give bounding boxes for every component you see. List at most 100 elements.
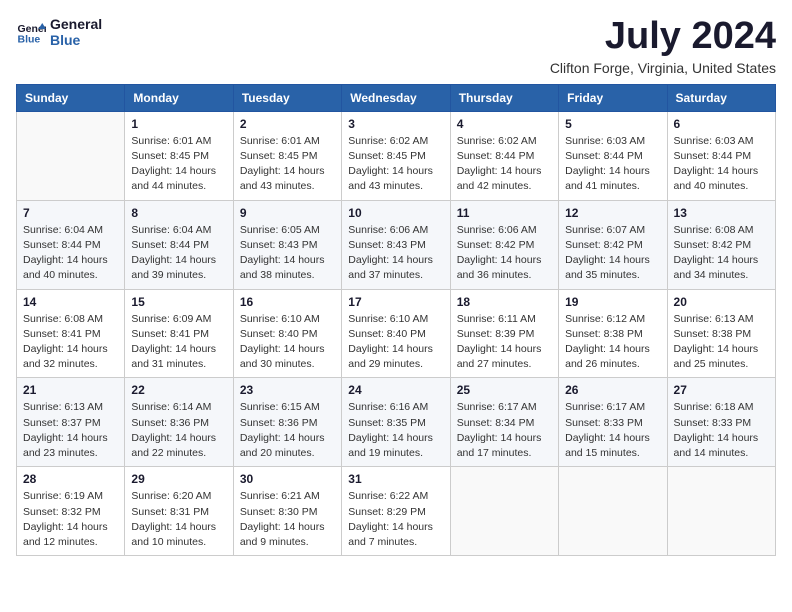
- calendar-cell: [450, 467, 558, 556]
- day-info: Sunrise: 6:02 AMSunset: 8:44 PMDaylight:…: [457, 134, 552, 195]
- day-number: 9: [240, 206, 335, 220]
- day-info: Sunrise: 6:07 AMSunset: 8:42 PMDaylight:…: [565, 223, 660, 284]
- calendar-cell: 31 Sunrise: 6:22 AMSunset: 8:29 PMDayligh…: [342, 467, 450, 556]
- day-number: 29: [131, 472, 226, 486]
- day-number: 12: [565, 206, 660, 220]
- day-number: 13: [674, 206, 769, 220]
- day-info: Sunrise: 6:17 AMSunset: 8:34 PMDaylight:…: [457, 400, 552, 461]
- day-info: Sunrise: 6:18 AMSunset: 8:33 PMDaylight:…: [674, 400, 769, 461]
- calendar-cell: 9 Sunrise: 6:05 AMSunset: 8:43 PMDaylight…: [233, 200, 341, 289]
- calendar-cell: 2Sunrise: 6:01 AMSunset: 8:45 PMDaylight…: [233, 111, 341, 200]
- calendar-cell: 10 Sunrise: 6:06 AMSunset: 8:43 PMDayligh…: [342, 200, 450, 289]
- day-number: 25: [457, 383, 552, 397]
- day-number: 24: [348, 383, 443, 397]
- day-number: 8: [131, 206, 226, 220]
- calendar-week-4: 21Sunrise: 6:13 AMSunset: 8:37 PMDayligh…: [17, 378, 776, 467]
- calendar-cell: 27 Sunrise: 6:18 AMSunset: 8:33 PMDayligh…: [667, 378, 775, 467]
- weekday-header-sunday: Sunday: [17, 84, 125, 111]
- day-number: 30: [240, 472, 335, 486]
- calendar-cell: 5 Sunrise: 6:03 AMSunset: 8:44 PMDaylight…: [559, 111, 667, 200]
- day-info: Sunrise: 6:10 AMSunset: 8:40 PMDaylight:…: [348, 312, 443, 373]
- day-info: Sunrise: 6:21 AMSunset: 8:30 PMDaylight:…: [240, 489, 335, 550]
- month-title: July 2024: [550, 16, 776, 58]
- calendar-cell: 4 Sunrise: 6:02 AMSunset: 8:44 PMDaylight…: [450, 111, 558, 200]
- day-number: 26: [565, 383, 660, 397]
- weekday-header-tuesday: Tuesday: [233, 84, 341, 111]
- day-number: 17: [348, 295, 443, 309]
- location: Clifton Forge, Virginia, United States: [550, 60, 776, 76]
- day-number: 3: [348, 117, 443, 131]
- weekday-header-row: SundayMondayTuesdayWednesdayThursdayFrid…: [17, 84, 776, 111]
- day-info: Sunrise: 6:04 AMSunset: 8:44 PMDaylight:…: [131, 223, 226, 284]
- page-header: General Blue GeneralBlue July 2024 Clift…: [16, 16, 776, 76]
- day-number: 22: [131, 383, 226, 397]
- day-number: 31: [348, 472, 443, 486]
- calendar-cell: 28Sunrise: 6:19 AMSunset: 8:32 PMDayligh…: [17, 467, 125, 556]
- day-number: 20: [674, 295, 769, 309]
- day-number: 11: [457, 206, 552, 220]
- calendar-cell: 18Sunrise: 6:11 AMSunset: 8:39 PMDayligh…: [450, 289, 558, 378]
- day-number: 23: [240, 383, 335, 397]
- calendar-week-3: 14Sunrise: 6:08 AMSunset: 8:41 PMDayligh…: [17, 289, 776, 378]
- calendar-cell: 17 Sunrise: 6:10 AMSunset: 8:40 PMDayligh…: [342, 289, 450, 378]
- day-info: Sunrise: 6:05 AMSunset: 8:43 PMDaylight:…: [240, 223, 335, 284]
- calendar-week-2: 7 Sunrise: 6:04 AMSunset: 8:44 PMDaylight…: [17, 200, 776, 289]
- calendar-cell: 25 Sunrise: 6:17 AMSunset: 8:34 PMDayligh…: [450, 378, 558, 467]
- day-number: 10: [348, 206, 443, 220]
- calendar-cell: 16 Sunrise: 6:10 AMSunset: 8:40 PMDayligh…: [233, 289, 341, 378]
- day-number: 4: [457, 117, 552, 131]
- calendar-week-5: 28Sunrise: 6:19 AMSunset: 8:32 PMDayligh…: [17, 467, 776, 556]
- day-info: Sunrise: 6:09 AMSunset: 8:41 PMDaylight:…: [131, 312, 226, 373]
- calendar-cell: 20 Sunrise: 6:13 AMSunset: 8:38 PMDayligh…: [667, 289, 775, 378]
- logo: General Blue GeneralBlue: [16, 16, 102, 48]
- day-number: 6: [674, 117, 769, 131]
- day-info: Sunrise: 6:17 AMSunset: 8:33 PMDaylight:…: [565, 400, 660, 461]
- weekday-header-friday: Friday: [559, 84, 667, 111]
- calendar-cell: 15 Sunrise: 6:09 AMSunset: 8:41 PMDayligh…: [125, 289, 233, 378]
- weekday-header-thursday: Thursday: [450, 84, 558, 111]
- day-info: Sunrise: 6:13 AMSunset: 8:38 PMDaylight:…: [674, 312, 769, 373]
- day-number: 14: [23, 295, 118, 309]
- title-section: July 2024 Clifton Forge, Virginia, Unite…: [550, 16, 776, 76]
- calendar-cell: 30 Sunrise: 6:21 AMSunset: 8:30 PMDayligh…: [233, 467, 341, 556]
- calendar-cell: 8 Sunrise: 6:04 AMSunset: 8:44 PMDaylight…: [125, 200, 233, 289]
- calendar-cell: 19 Sunrise: 6:12 AMSunset: 8:38 PMDayligh…: [559, 289, 667, 378]
- day-info: Sunrise: 6:12 AMSunset: 8:38 PMDaylight:…: [565, 312, 660, 373]
- day-info: Sunrise: 6:04 AMSunset: 8:44 PMDaylight:…: [23, 223, 118, 284]
- calendar-cell: 7 Sunrise: 6:04 AMSunset: 8:44 PMDaylight…: [17, 200, 125, 289]
- day-info: Sunrise: 6:16 AMSunset: 8:35 PMDaylight:…: [348, 400, 443, 461]
- day-info: Sunrise: 6:15 AMSunset: 8:36 PMDaylight:…: [240, 400, 335, 461]
- day-number: 18: [457, 295, 552, 309]
- day-number: 7: [23, 206, 118, 220]
- day-number: 1: [131, 117, 226, 131]
- calendar-cell: 21Sunrise: 6:13 AMSunset: 8:37 PMDayligh…: [17, 378, 125, 467]
- logo-text: GeneralBlue: [50, 16, 102, 48]
- day-info: Sunrise: 6:08 AMSunset: 8:42 PMDaylight:…: [674, 223, 769, 284]
- day-info: Sunrise: 6:22 AMSunset: 8:29 PMDaylight:…: [348, 489, 443, 550]
- day-info: Sunrise: 6:13 AMSunset: 8:37 PMDaylight:…: [23, 400, 118, 461]
- day-number: 15: [131, 295, 226, 309]
- day-number: 5: [565, 117, 660, 131]
- svg-text:Blue: Blue: [18, 34, 41, 46]
- calendar-cell: 6 Sunrise: 6:03 AMSunset: 8:44 PMDaylight…: [667, 111, 775, 200]
- weekday-header-wednesday: Wednesday: [342, 84, 450, 111]
- logo-icon: General Blue: [16, 17, 46, 47]
- calendar-cell: 11Sunrise: 6:06 AMSunset: 8:42 PMDayligh…: [450, 200, 558, 289]
- calendar-cell: 26 Sunrise: 6:17 AMSunset: 8:33 PMDayligh…: [559, 378, 667, 467]
- calendar-cell: 13 Sunrise: 6:08 AMSunset: 8:42 PMDayligh…: [667, 200, 775, 289]
- day-number: 28: [23, 472, 118, 486]
- calendar-cell: 22Sunrise: 6:14 AMSunset: 8:36 PMDayligh…: [125, 378, 233, 467]
- calendar-cell: 24 Sunrise: 6:16 AMSunset: 8:35 PMDayligh…: [342, 378, 450, 467]
- day-info: Sunrise: 6:06 AMSunset: 8:43 PMDaylight:…: [348, 223, 443, 284]
- calendar-cell: 29 Sunrise: 6:20 AMSunset: 8:31 PMDayligh…: [125, 467, 233, 556]
- day-number: 27: [674, 383, 769, 397]
- day-info: Sunrise: 6:03 AMSunset: 8:44 PMDaylight:…: [674, 134, 769, 195]
- day-number: 16: [240, 295, 335, 309]
- day-number: 19: [565, 295, 660, 309]
- calendar-cell: [17, 111, 125, 200]
- day-info: Sunrise: 6:20 AMSunset: 8:31 PMDaylight:…: [131, 489, 226, 550]
- day-info: Sunrise: 6:10 AMSunset: 8:40 PMDaylight:…: [240, 312, 335, 373]
- calendar: SundayMondayTuesdayWednesdayThursdayFrid…: [16, 84, 776, 556]
- day-info: Sunrise: 6:03 AMSunset: 8:44 PMDaylight:…: [565, 134, 660, 195]
- weekday-header-monday: Monday: [125, 84, 233, 111]
